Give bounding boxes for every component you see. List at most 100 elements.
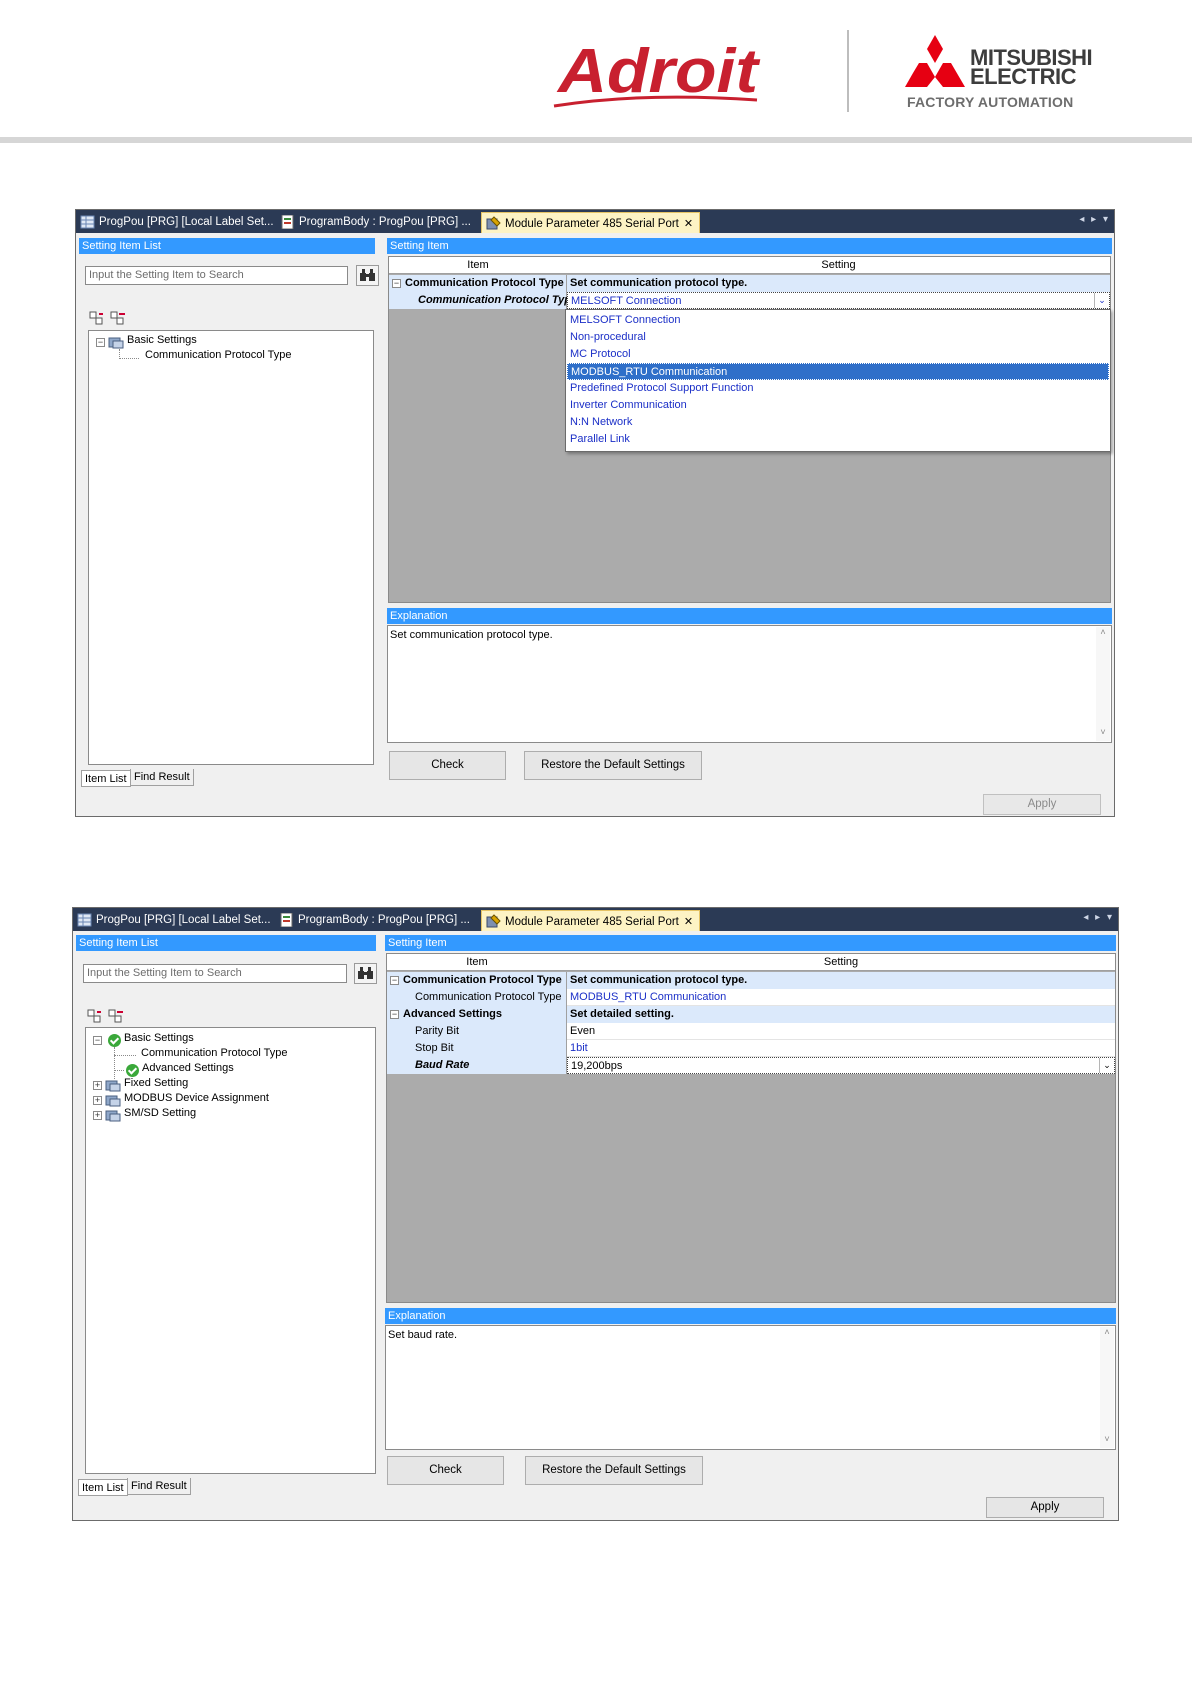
tree-item-fixed-setting[interactable]: Fixed Setting (124, 1077, 188, 1089)
restore-defaults-button[interactable]: Restore the Default Settings (524, 751, 702, 780)
dropdown-option[interactable]: MELSOFT Connection (567, 312, 1109, 329)
scroll-down-icon[interactable]: ˅ (1096, 727, 1110, 741)
binoculars-icon (358, 967, 373, 979)
tree-item-basic-settings[interactable]: Basic Settings (127, 334, 197, 346)
dropdown-option[interactable]: Inverter Communication (567, 397, 1109, 414)
collapse-icon[interactable]: − (390, 1010, 399, 1019)
baud-rate-select[interactable]: 19,200bps ⌄ (567, 1057, 1115, 1074)
collapse-icon[interactable]: − (96, 338, 105, 347)
grid-row[interactable]: Stop Bit 1bit (387, 1040, 1115, 1057)
chevron-down-icon[interactable]: ⌄ (1094, 293, 1109, 308)
item-label: Advanced Settings (403, 1008, 503, 1020)
tab-scroll-controls[interactable]: ◂ ▸ ▾ (1083, 912, 1114, 923)
header-rule (0, 137, 1192, 143)
tree-expand-collapse-tools[interactable] (89, 310, 131, 326)
search-button[interactable] (356, 265, 379, 286)
header-divider (847, 30, 849, 112)
tab-label: ProgramBody : ProgPou [PRG] ... (298, 914, 470, 926)
tab-program-body[interactable]: ProgramBody : ProgPou [PRG] ... (276, 212, 477, 233)
grid-row[interactable]: − Communication Protocol Type Set commun… (389, 275, 1110, 292)
apply-button[interactable]: Apply (986, 1497, 1104, 1518)
chevron-down-icon[interactable]: ⌄ (1099, 1058, 1114, 1073)
tab-scroll-controls[interactable]: ◂ ▸ ▾ (1079, 214, 1110, 225)
tab-module-parameter[interactable]: Module Parameter 485 Serial Port ✕ (481, 910, 701, 931)
dropdown-option[interactable]: Predefined Protocol Support Function (567, 380, 1109, 397)
tab-label: ProgPou [PRG] [Local Label Set... (96, 914, 271, 926)
grid-row[interactable]: Communication Protocol Type MODBUS_RTU C… (387, 989, 1115, 1006)
grid-row[interactable]: Baud Rate 19,200bps ⌄ (387, 1057, 1115, 1074)
tree-item-modbus-device-assignment[interactable]: MODBUS Device Assignment (124, 1092, 269, 1104)
dropdown-option-selected[interactable]: MODBUS_RTU Communication (567, 363, 1109, 380)
item-label: Stop Bit (415, 1042, 454, 1054)
check-button[interactable]: Check (389, 751, 506, 780)
grid-row[interactable]: − Advanced Settings Set detailed setting… (387, 1006, 1115, 1023)
grid-row[interactable]: Communication Protocol Type MELSOFT Conn… (389, 292, 1110, 309)
program-body-icon (280, 913, 293, 927)
search-input[interactable]: Input the Setting Item to Search (85, 266, 348, 285)
dropdown-option[interactable]: Non-procedural (567, 329, 1109, 346)
grid-setting-cell[interactable]: MODBUS_RTU Communication (567, 989, 1115, 1006)
scroll-up-icon[interactable]: ˄ (1096, 627, 1110, 641)
tab-find-result[interactable]: Find Result (130, 769, 194, 786)
grid-row[interactable]: Parity Bit Even (387, 1023, 1115, 1040)
grid-setting-cell[interactable]: Even (567, 1023, 1115, 1040)
grid-header: Item Setting (389, 257, 1110, 274)
explanation-scrollbar[interactable]: ˄ ˅ (1100, 1327, 1114, 1448)
close-icon[interactable]: ✕ (684, 218, 693, 230)
tree-item-communication-protocol-type[interactable]: Communication Protocol Type (141, 1047, 288, 1059)
tree-expand-collapse-tools[interactable] (87, 1008, 129, 1024)
close-icon[interactable]: ✕ (684, 916, 693, 928)
protocol-type-select[interactable]: MELSOFT Connection ⌄ (567, 292, 1110, 309)
settings-folder-icon (105, 1095, 121, 1107)
tab-label: Module Parameter 485 Serial Port (505, 218, 679, 230)
collapse-icon[interactable]: − (390, 976, 399, 985)
scroll-down-icon[interactable]: ˅ (1100, 1434, 1114, 1448)
column-header-setting: Setting (823, 956, 859, 968)
factory-automation-label: FACTORY AUTOMATION (907, 94, 1074, 110)
check-complete-icon (126, 1064, 139, 1077)
grid-item-cell: − Advanced Settings (387, 1006, 567, 1023)
tab-item-list[interactable]: Item List (81, 770, 131, 787)
module-parameter-icon (486, 914, 501, 928)
tab-label: Module Parameter 485 Serial Port (505, 916, 679, 928)
tab-local-label[interactable]: ProgPou [PRG] [Local Label Set... (73, 910, 277, 931)
tab-module-parameter[interactable]: Module Parameter 485 Serial Port ✕ (481, 212, 701, 233)
tab-find-result[interactable]: Find Result (127, 1478, 191, 1495)
tree-item-advanced-settings[interactable]: Advanced Settings (142, 1062, 234, 1074)
module-parameter-icon (486, 216, 501, 230)
tab-item-list[interactable]: Item List (78, 1479, 128, 1496)
dropdown-option[interactable]: N:N Network (567, 414, 1109, 431)
setting-item-list-title: Setting Item List (79, 238, 375, 254)
dropdown-option[interactable]: Parallel Link (567, 431, 1109, 448)
collapse-icon[interactable]: − (392, 279, 401, 288)
module-parameter-window-1: ProgPou [PRG] [Local Label Set... Progra… (75, 209, 1115, 817)
tree-item-sm-sd-setting[interactable]: SM/SD Setting (124, 1107, 196, 1119)
restore-defaults-button[interactable]: Restore the Default Settings (525, 1456, 703, 1485)
expand-icon[interactable]: + (93, 1096, 102, 1105)
grid-row[interactable]: − Communication Protocol Type Set commun… (387, 972, 1115, 989)
dropdown-option[interactable]: MC Protocol (567, 346, 1109, 363)
grid-item-cell: Parity Bit (387, 1023, 567, 1040)
scroll-up-icon[interactable]: ˄ (1100, 1327, 1114, 1341)
column-header-item: Item (466, 956, 488, 968)
collapse-icon[interactable]: − (93, 1036, 102, 1045)
search-button[interactable] (354, 963, 377, 984)
check-button[interactable]: Check (387, 1456, 504, 1485)
expand-icon[interactable]: + (93, 1111, 102, 1120)
tab-program-body[interactable]: ProgramBody : ProgPou [PRG] ... (275, 910, 476, 931)
tab-local-label[interactable]: ProgPou [PRG] [Local Label Set... (76, 212, 280, 233)
tree-item-communication-protocol-type[interactable]: Communication Protocol Type (145, 349, 292, 361)
apply-button[interactable]: Apply (983, 794, 1101, 815)
selected-value: MELSOFT Connection (571, 295, 682, 307)
setting-item-tree: − Basic Settings Communication Protocol … (85, 1027, 376, 1474)
column-header-setting: Setting (821, 259, 856, 271)
program-body-icon (281, 215, 294, 229)
expand-icon[interactable]: + (93, 1081, 102, 1090)
tree-connector (114, 1070, 124, 1071)
tree-item-basic-settings[interactable]: Basic Settings (124, 1032, 194, 1044)
grid-setting-cell[interactable]: 1bit (567, 1040, 1115, 1057)
search-input[interactable]: Input the Setting Item to Search (83, 964, 347, 983)
grid-setting-cell: Set detailed setting. (567, 1006, 1115, 1023)
mitsubishi-diamonds-logo (905, 35, 965, 87)
explanation-scrollbar[interactable]: ˄ ˅ (1096, 627, 1110, 741)
